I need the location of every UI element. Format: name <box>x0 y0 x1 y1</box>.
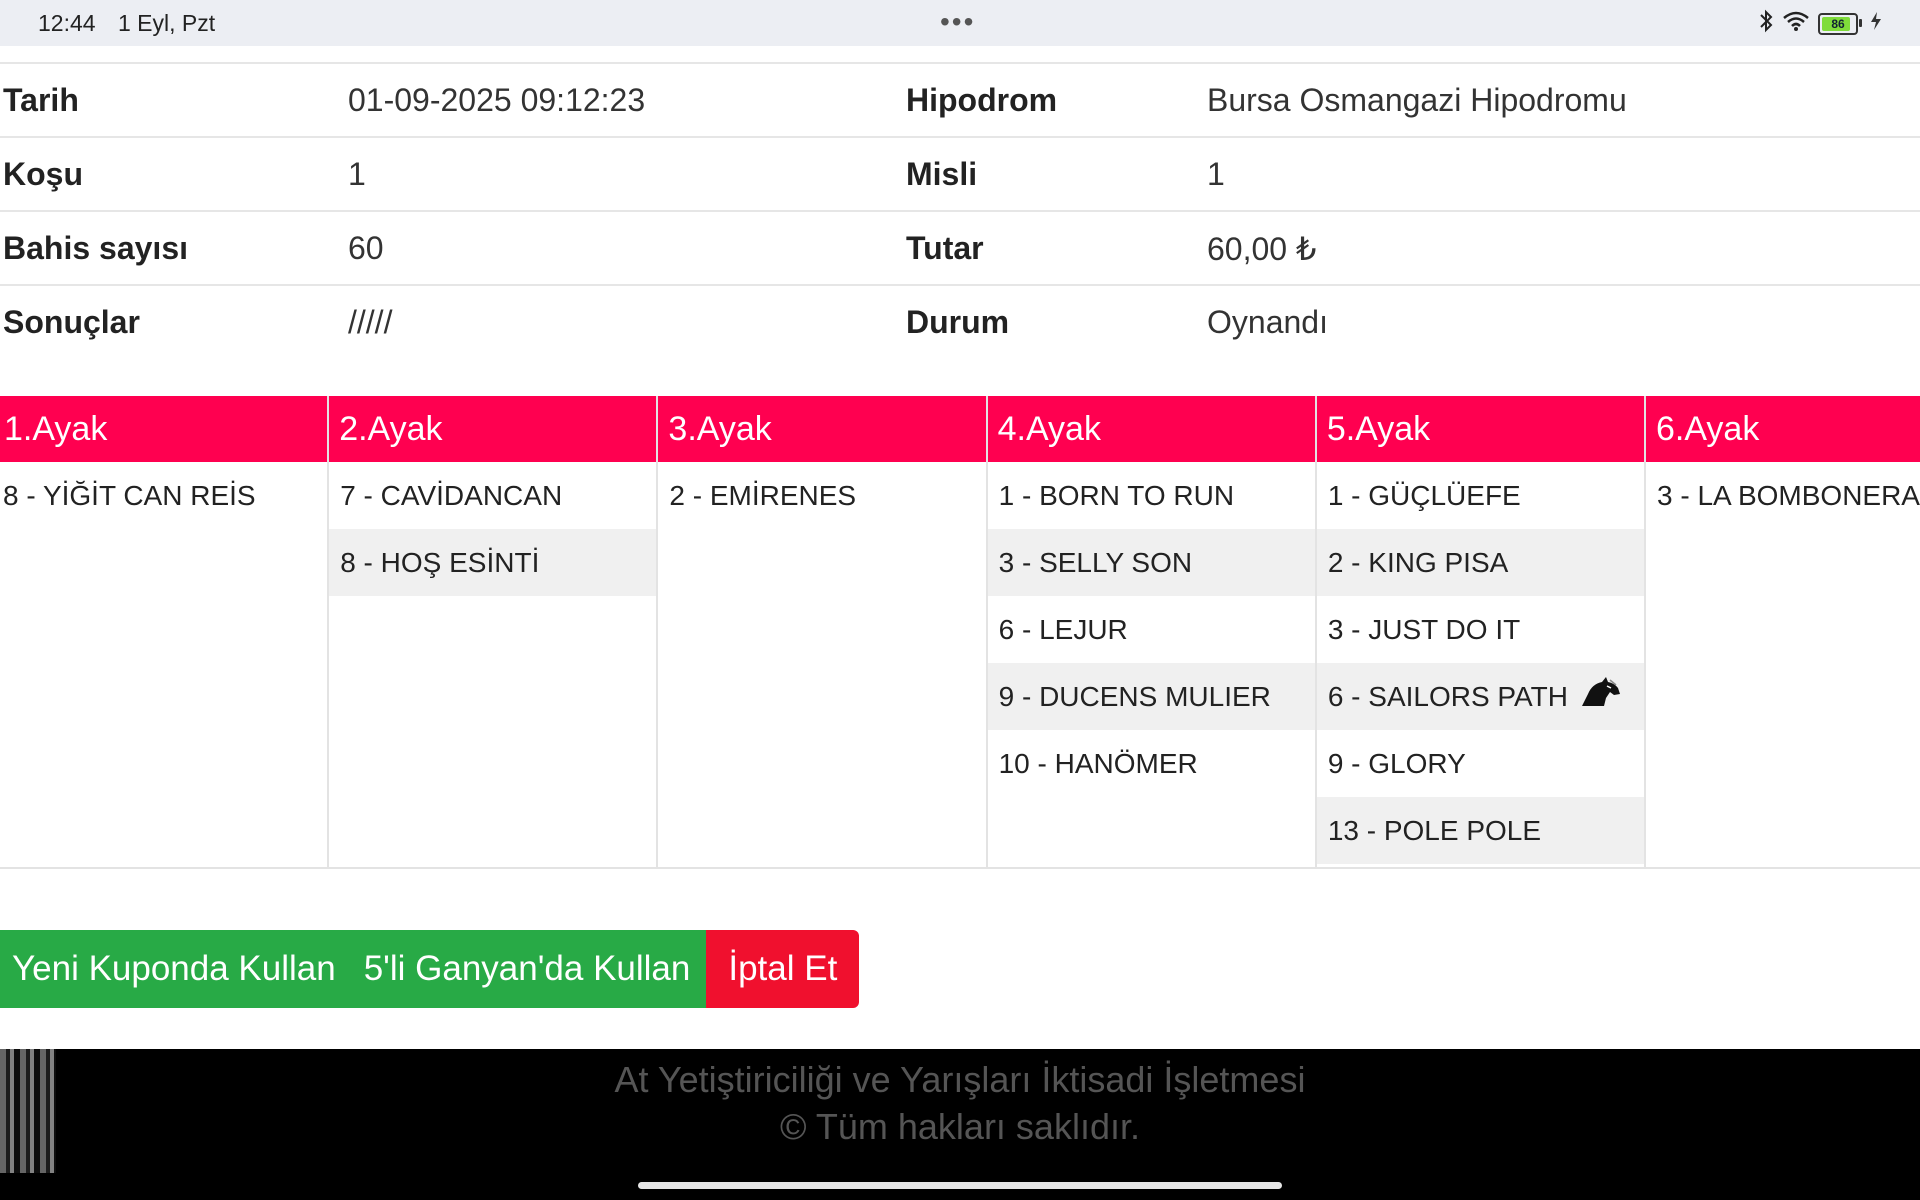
status-icons: 86 <box>1758 9 1882 38</box>
info-value: Oynandı <box>1207 304 1328 340</box>
status-bar: 12:44 1 Eyl, Pzt ••• 86 <box>0 0 1920 46</box>
status-date: 1 Eyl, Pzt <box>118 10 216 36</box>
horse-item: 3 - JUST DO IT <box>1327 614 1521 645</box>
footer-org-name: At Yetiştiriciliği ve Yarışları İktisadi… <box>614 1059 1306 1100</box>
wifi-icon <box>1782 10 1810 37</box>
leg-column-2: 2.Ayak 7 - CAVİDANCAN 8 - HOŞ ESİNTİ <box>329 396 659 867</box>
horse-item: 2 - KING PISA <box>1316 529 1645 596</box>
info-value: 01-09-2025 09:12:23 <box>348 82 646 118</box>
horse-item: 6 - LEJUR <box>998 614 1128 645</box>
horse-item-with-icon: 6 - SAILORS PATH <box>1316 663 1645 732</box>
horse-item: 1 - GÜÇLÜEFE <box>1327 480 1521 511</box>
horse-item: 1 - BORN TO RUN <box>998 480 1235 511</box>
horse-item: 10 - HANÖMER <box>998 748 1198 779</box>
leg-header: 5.Ayak <box>1316 396 1645 462</box>
battery-icon: 86 <box>1818 12 1862 35</box>
info-row: Koşu 1 Misli 1 <box>0 136 1920 210</box>
info-label: Sonuçlar <box>3 304 140 340</box>
charging-icon <box>1870 11 1882 36</box>
info-label: Tarih <box>3 82 79 118</box>
leg-header: 4.Ayak <box>987 396 1315 462</box>
cancel-button[interactable]: İptal Et <box>706 930 860 1008</box>
footer-copyright: © Tüm hakları saklıdır. <box>780 1106 1140 1147</box>
horse-item: 9 - GLORY <box>1327 748 1466 779</box>
leg-header: 2.Ayak <box>329 396 657 462</box>
info-label: Tutar <box>906 230 984 266</box>
info-row: Tarih 01-09-2025 09:12:23 Hipodrom Bursa… <box>0 62 1920 136</box>
info-label: Bahis sayısı <box>3 230 188 266</box>
info-value: 1 <box>1207 156 1225 192</box>
horse-item: 9 - DUCENS MULIER <box>987 663 1315 730</box>
home-indicator[interactable] <box>638 1182 1282 1189</box>
info-value: 60,00 ₺ <box>1207 231 1317 267</box>
info-label: Durum <box>906 304 1010 340</box>
status-time: 12:44 <box>38 10 96 36</box>
info-label: Hipodrom <box>906 82 1058 118</box>
info-value: 1 <box>348 156 366 192</box>
leg-column-1: 1.Ayak 8 - YİĞİT CAN REİS <box>0 396 330 867</box>
info-label: Koşu <box>3 156 83 192</box>
leg-column-6: 6.Ayak 3 - LA BOMBONERA <box>1646 396 1920 867</box>
info-value: Bursa Osmangazi Hipodromu <box>1207 82 1627 118</box>
leg-header: 6.Ayak <box>1646 396 1920 462</box>
leg-header: 3.Ayak <box>658 396 986 462</box>
horse-item: 7 - CAVİDANCAN <box>340 480 563 511</box>
leg-column-4: 4.Ayak 1 - BORN TO RUN 3 - SELLY SON 6 -… <box>987 396 1317 867</box>
leg-column-3: 3.Ayak 2 - EMİRENES <box>658 396 988 867</box>
ticket-info-table: Tarih 01-09-2025 09:12:23 Hipodrom Bursa… <box>0 62 1920 360</box>
info-row: Bahis sayısı 60 Tutar 60,00 ₺ <box>0 210 1920 284</box>
leg-header: 1.Ayak <box>0 396 328 462</box>
horse-item: 8 - YİĞİT CAN REİS <box>3 480 256 511</box>
horse-item: 2 - EMİRENES <box>669 480 857 511</box>
use-in-new-coupon-button[interactable]: Yeni Kuponda Kullan <box>0 930 352 1008</box>
horse-item: 3 - SELLY SON <box>987 529 1315 596</box>
horse-item: 3 - LA BOMBONERA <box>1657 480 1920 511</box>
bluetooth-icon <box>1758 9 1774 38</box>
horse-head-icon <box>1580 665 1622 732</box>
info-row: Sonuçlar ///// Durum Oynandı <box>0 284 1920 360</box>
footer: At Yetiştiriciliği ve Yarışları İktisadi… <box>0 1049 1920 1200</box>
action-buttons: Yeni Kuponda Kullan 5'li Ganyan'da Kulla… <box>0 930 860 1008</box>
legs-grid: 1.Ayak 8 - YİĞİT CAN REİS 2.Ayak 7 - CAV… <box>0 396 1920 869</box>
horse-item-label: 6 - SAILORS PATH <box>1327 681 1568 712</box>
battery-level: 86 <box>1831 16 1845 31</box>
info-value: ///// <box>348 304 393 340</box>
use-in-ganyan-button[interactable]: 5'li Ganyan'da Kullan <box>351 930 707 1008</box>
info-value: 60 <box>348 230 384 266</box>
info-label: Misli <box>906 156 978 192</box>
horse-item: 8 - HOŞ ESİNTİ <box>329 529 657 596</box>
more-dots-icon[interactable]: ••• <box>940 6 975 38</box>
horse-item: 13 - POLE POLE <box>1316 797 1645 864</box>
leg-column-5: 5.Ayak 1 - GÜÇLÜEFE 2 - KING PISA 3 - JU… <box>1316 396 1647 867</box>
